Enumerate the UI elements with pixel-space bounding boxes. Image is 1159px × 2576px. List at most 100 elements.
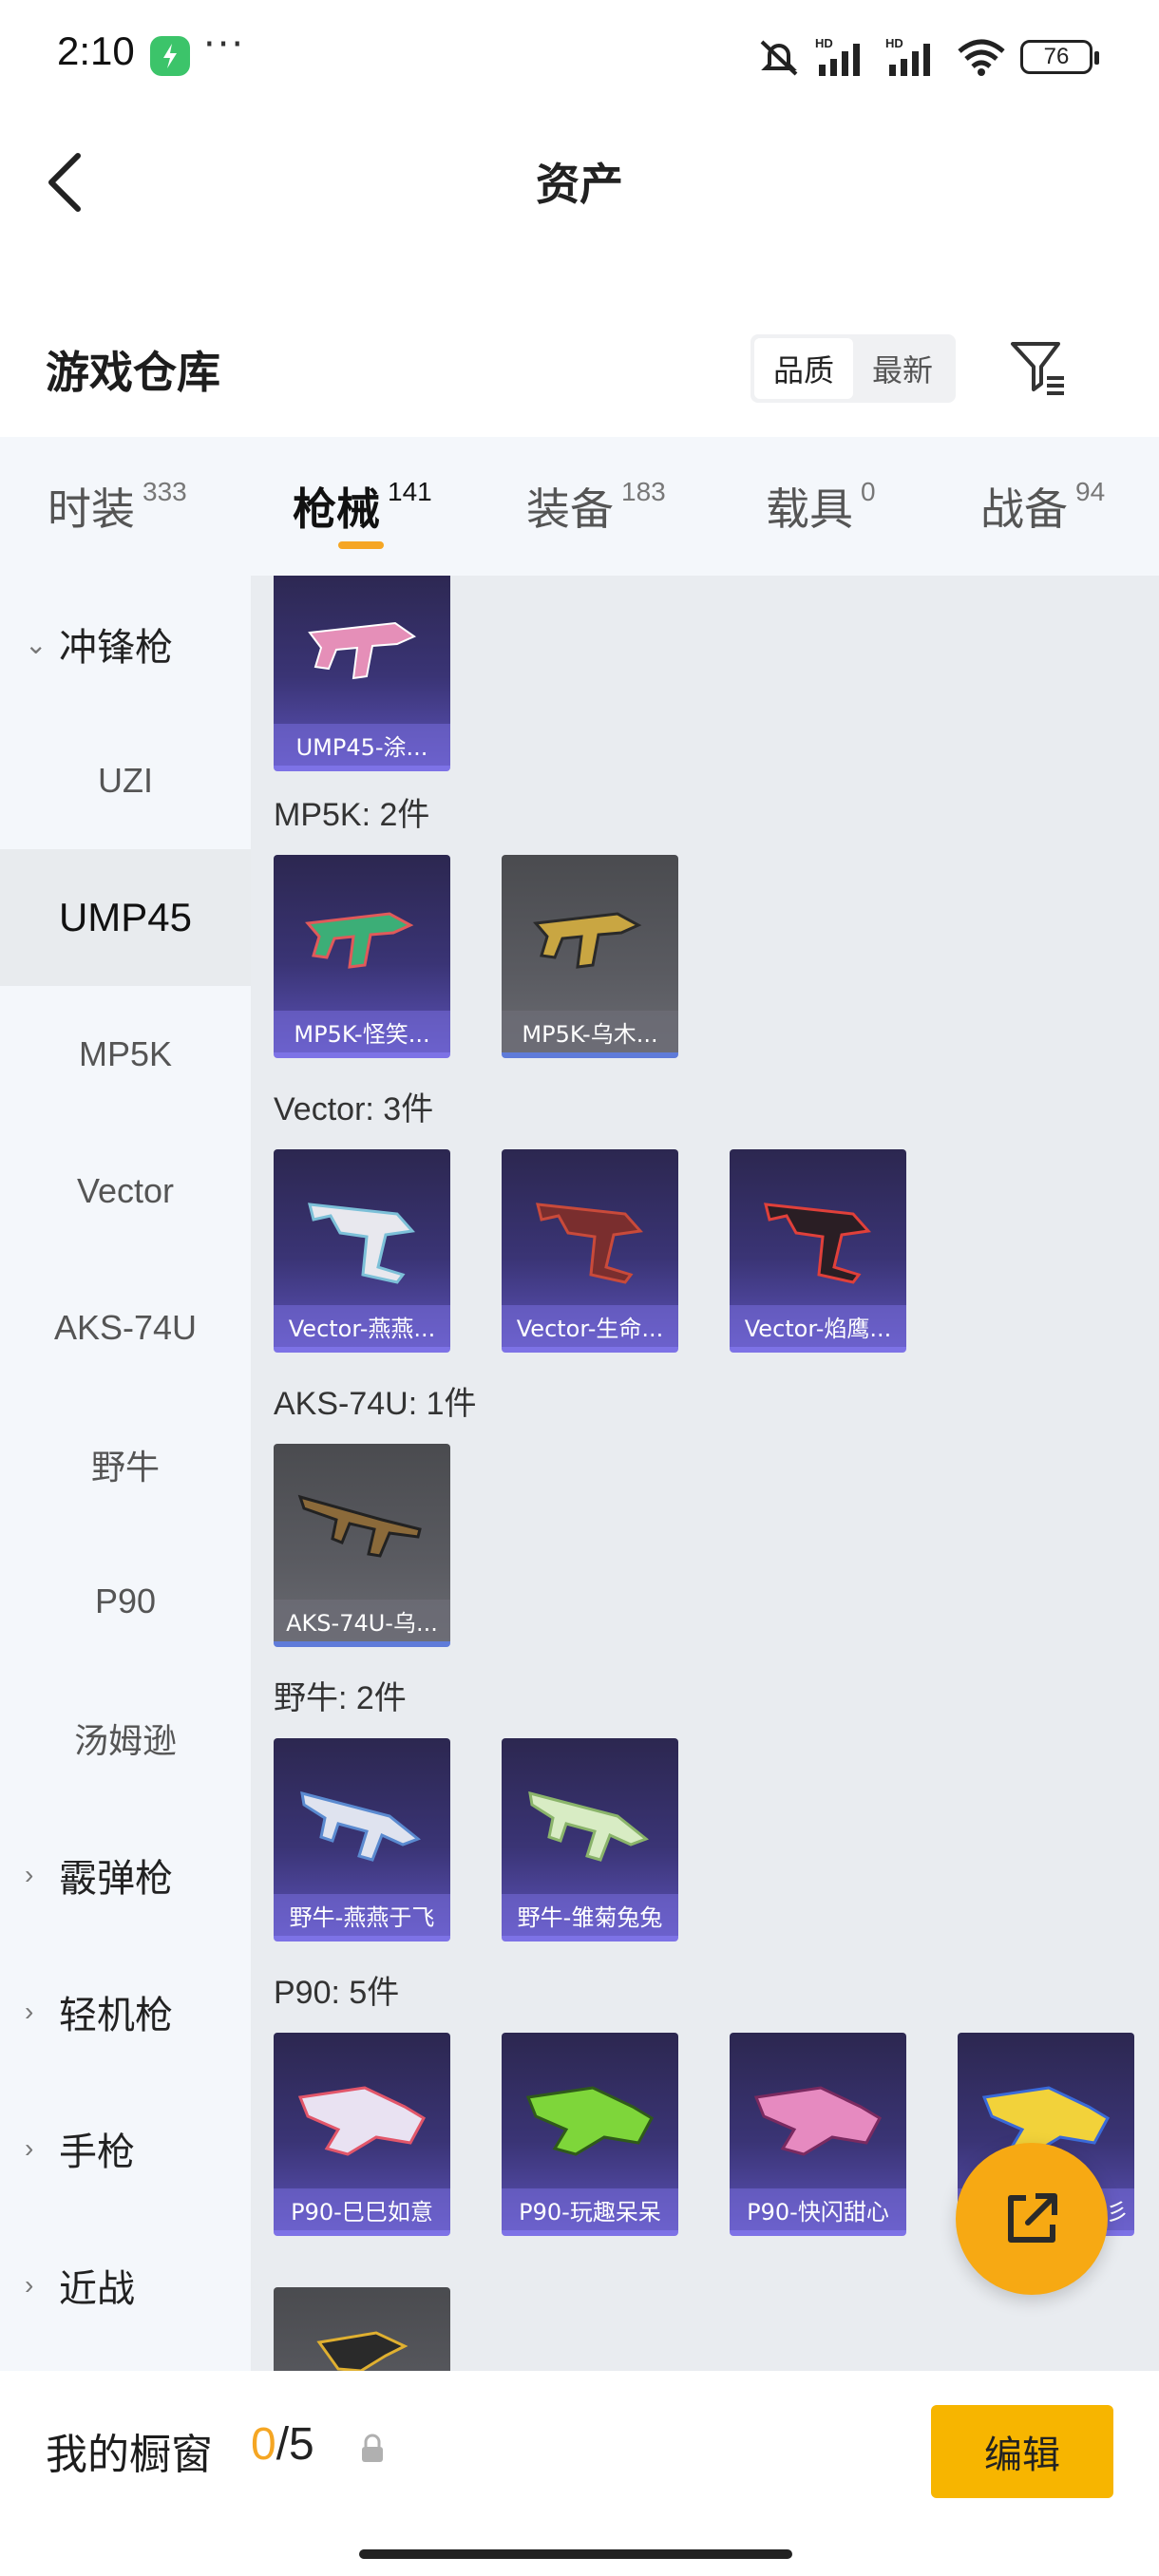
category-tabs: 时装 333 枪械 141 装备 183 载具 0 战备 94: [0, 437, 1159, 576]
weapon-card-name: 野牛-燕燕于飞: [274, 1894, 450, 1936]
share-icon: [1008, 2193, 1057, 2243]
weapon-card[interactable]: P90-巳巳如意: [274, 2033, 450, 2236]
weapon-card[interactable]: Vector-焰鹰...: [730, 1149, 906, 1353]
smg-skin-icon: [297, 2086, 426, 2156]
filter-icon[interactable]: [1007, 336, 1068, 397]
sidebar-group-shotgun[interactable]: › 霰弹枪: [0, 1807, 251, 1943]
smg-skin-icon: [300, 1790, 421, 1862]
mute-icon: [760, 40, 798, 76]
chevron-right-icon: ›: [25, 1997, 34, 2026]
weapon-card-name: Vector-焰鹰...: [730, 1305, 906, 1347]
svg-text:HD: HD: [815, 36, 833, 50]
smg-skin-icon: [316, 2331, 408, 2371]
sidebar-item-p90[interactable]: P90: [0, 1533, 251, 1670]
rifle-skin-icon: [297, 1494, 422, 1558]
app-notification-icon: [150, 36, 190, 76]
tab-supplies[interactable]: 战备 94: [980, 475, 1105, 538]
tab-label: 装备: [526, 483, 614, 535]
tab-label: 时装: [48, 483, 135, 535]
lock-icon: [362, 2434, 383, 2462]
weapon-card-name: UMP45-涂...: [274, 724, 450, 766]
tab-equipment[interactable]: 装备 183: [526, 475, 666, 538]
weapon-card-name: Vector-生命...: [502, 1305, 678, 1347]
smg-skin-icon: [753, 2086, 882, 2156]
sidebar-group-pistol[interactable]: › 手枪: [0, 2080, 251, 2217]
sidebar-item-uzi[interactable]: UZI: [0, 712, 251, 849]
status-icons: HD HD 76: [756, 34, 1099, 80]
svg-text:HD: HD: [885, 36, 903, 50]
tab-count: 183: [621, 477, 666, 506]
weapon-card[interactable]: UMP45-涂...: [274, 576, 450, 771]
sidebar-item-vector[interactable]: Vector: [0, 1123, 251, 1260]
smg-skin-icon: [536, 1203, 643, 1284]
smg-skin-icon: [305, 912, 414, 969]
showcase-bar: 我的橱窗 0/5 编辑: [0, 2371, 1159, 2576]
signal-icon-2: HD: [885, 36, 930, 76]
tab-weapons[interactable]: 枪械 141: [293, 475, 432, 538]
sidebar-item-bizon[interactable]: 野牛: [0, 1396, 251, 1533]
showcase-count: 0/5: [251, 2418, 314, 2471]
showcase-label: 我的橱窗: [46, 2431, 213, 2479]
weapon-card[interactable]: Vector-生命...: [502, 1149, 678, 1353]
weapon-card-name: AKS-74U-乌...: [274, 1600, 450, 1641]
weapon-card-name: P90-巳巳如意: [274, 2188, 450, 2230]
tab-label: 战备: [980, 483, 1068, 535]
sidebar-item-label: 霰弹枪: [59, 1858, 173, 1900]
sidebar-item-aks74u[interactable]: AKS-74U: [0, 1260, 251, 1396]
weapon-card[interactable]: MP5K-乌木...: [502, 855, 678, 1058]
sidebar-item-ump45[interactable]: UMP45: [0, 849, 251, 986]
showcase-current: 0: [251, 2419, 276, 2470]
weapon-card-name: P90-玩趣呆呆: [502, 2188, 678, 2230]
sidebar-group-melee[interactable]: › 近战: [0, 2217, 251, 2354]
weapon-card-name: MP5K-怪笑...: [274, 1011, 450, 1052]
sidebar-group-lmg[interactable]: › 轻机枪: [0, 1943, 251, 2080]
home-indicator[interactable]: [359, 2549, 792, 2559]
chevron-down-icon: ⌄: [25, 629, 48, 659]
sort-toggle: 品质 最新: [750, 334, 956, 403]
smg-skin-icon: [308, 621, 417, 680]
sidebar-item-thompson[interactable]: 汤姆逊: [0, 1670, 251, 1807]
smg-skin-icon: [764, 1203, 871, 1284]
battery-icon: 76: [1020, 40, 1099, 74]
chevron-right-icon: ›: [25, 2133, 34, 2163]
chevron-right-icon: ›: [25, 1860, 34, 1889]
group-label-vector: Vector: 3件: [274, 1091, 434, 1127]
sort-by-newest[interactable]: 最新: [853, 338, 952, 399]
smg-skin-icon: [528, 1790, 649, 1862]
battery-level: 76: [1043, 44, 1070, 69]
warehouse-title: 游戏仓库: [46, 347, 220, 398]
chevron-right-icon: ›: [25, 2270, 34, 2300]
weapon-card[interactable]: P90-玩趣呆呆: [502, 2033, 678, 2236]
weapon-grid: UMP45-涂... MP5K: 2件 MP5K-怪笑... MP5K-乌木..…: [251, 576, 1159, 2371]
sort-by-quality[interactable]: 品质: [754, 338, 853, 399]
wifi-icon: [958, 39, 1005, 76]
tab-fashion[interactable]: 时装 333: [48, 475, 187, 538]
weapon-card[interactable]: AKS-74U-乌...: [274, 1444, 450, 1647]
tab-count: 0: [861, 477, 876, 506]
active-tab-indicator: [338, 541, 384, 549]
status-bar: 2:10 ··· HD HD 76: [0, 0, 1159, 114]
sidebar-group-smg[interactable]: ⌄ 冲锋枪: [0, 576, 251, 712]
weapon-card[interactable]: 野牛-燕燕于飞: [274, 1738, 450, 1941]
weapon-card[interactable]: [274, 2287, 450, 2371]
showcase-total: /5: [276, 2419, 314, 2470]
app-header: 资产: [0, 114, 1159, 247]
share-button[interactable]: [956, 2143, 1108, 2295]
tab-count: 333: [142, 477, 187, 506]
weapon-card[interactable]: P90-快闪甜心: [730, 2033, 906, 2236]
edit-button[interactable]: 编辑: [931, 2405, 1113, 2498]
weapon-card[interactable]: 野牛-雏菊兔兔: [502, 1738, 678, 1941]
sidebar-item-mp5k[interactable]: MP5K: [0, 986, 251, 1123]
tab-vehicles[interactable]: 载具 0: [766, 475, 876, 538]
tab-label: 枪械: [293, 483, 380, 535]
weapon-card-name: Vector-燕燕...: [274, 1305, 450, 1347]
tab-count: 94: [1075, 477, 1106, 506]
tab-count: 141: [388, 477, 432, 506]
group-label-p90: P90: 5件: [274, 1975, 400, 2011]
smg-skin-icon: [525, 2086, 654, 2156]
weapon-card[interactable]: MP5K-怪笑...: [274, 855, 450, 1058]
weapon-card-name: 野牛-雏菊兔兔: [502, 1894, 678, 1936]
signal-icon: HD: [815, 36, 860, 76]
status-time: 2:10: [57, 28, 135, 73]
weapon-card[interactable]: Vector-燕燕...: [274, 1149, 450, 1353]
